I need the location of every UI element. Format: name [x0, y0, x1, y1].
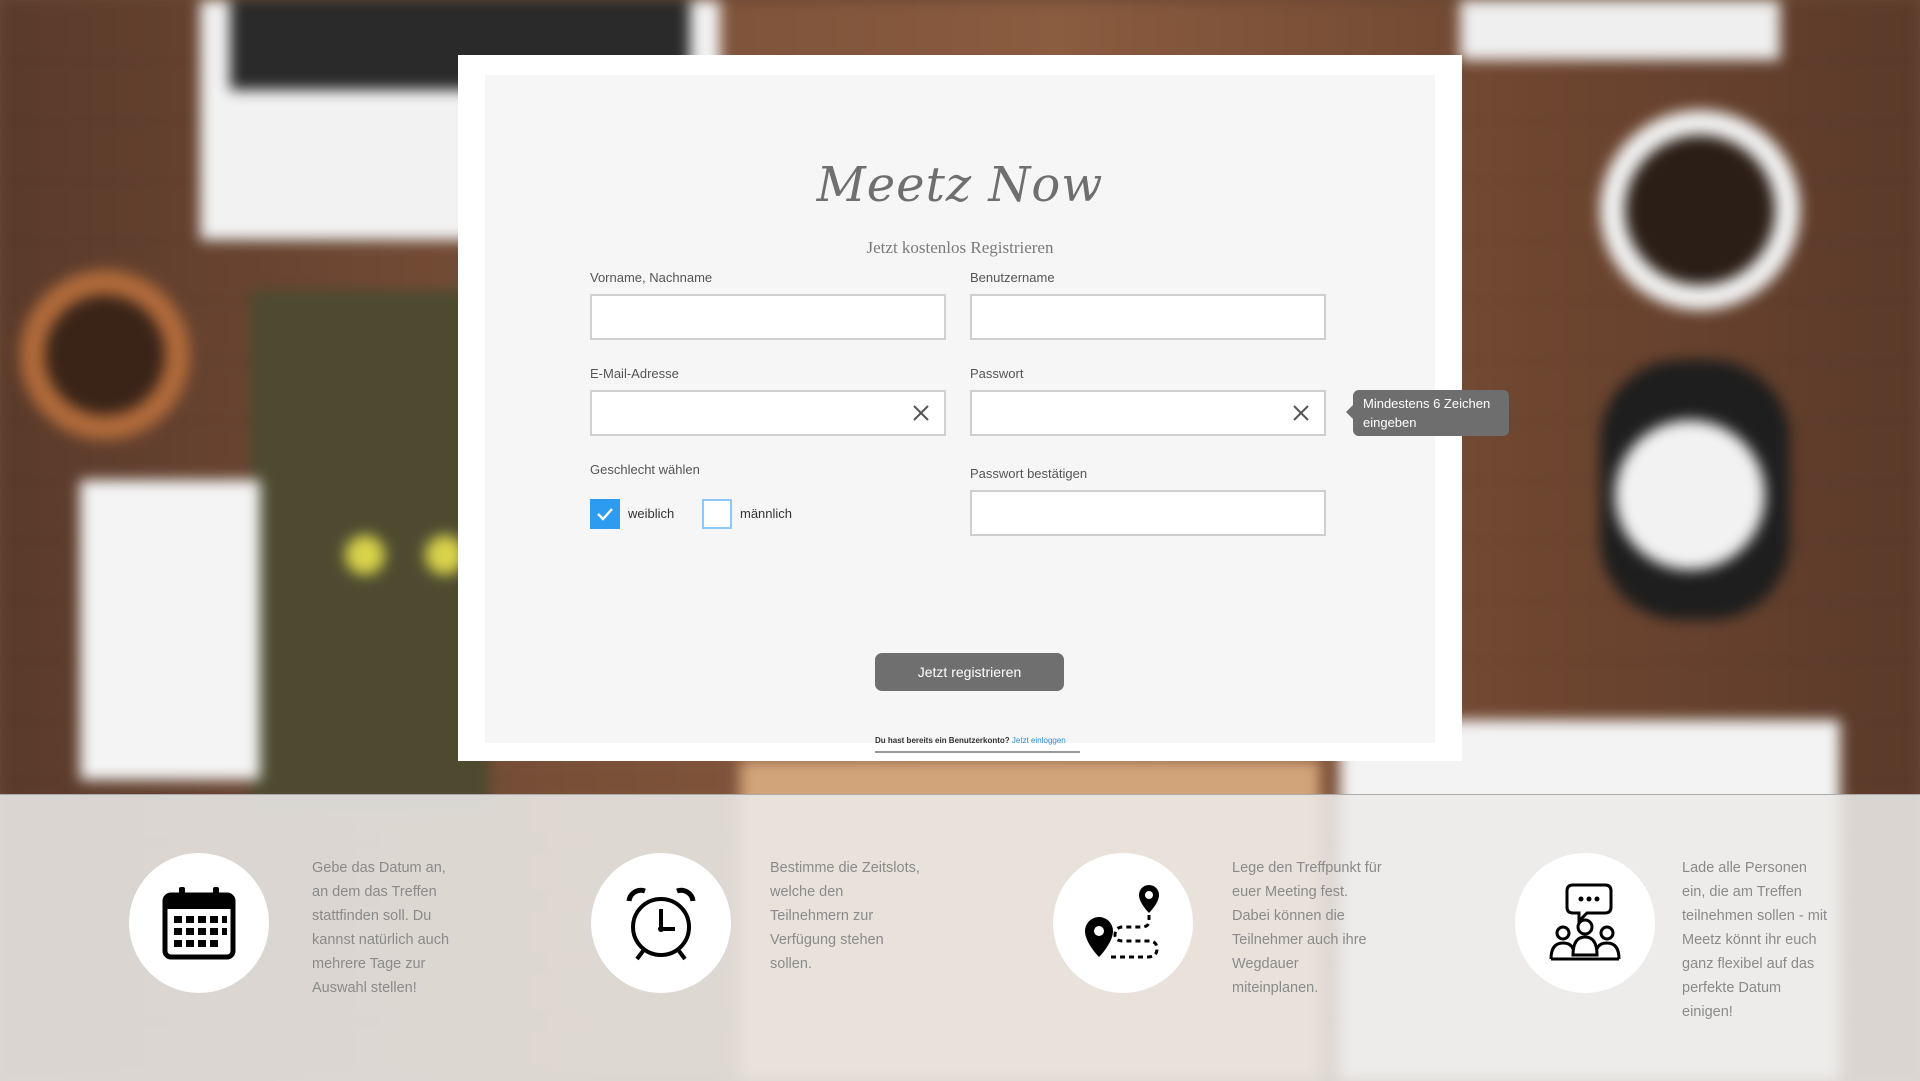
page-subtitle: Jetzt kostenlos Registrieren — [866, 238, 1054, 257]
male-label: männlich — [740, 506, 793, 521]
name-input[interactable] — [592, 296, 944, 338]
password-label: Passwort — [970, 366, 1024, 381]
email-label: E-Mail-Adresse — [590, 366, 679, 381]
feature-text-date: Gebe das Datum an, an dem das Treffen st… — [312, 860, 450, 996]
register-button[interactable]: Jetzt registrieren — [875, 653, 1064, 691]
clear-password-icon[interactable] — [1292, 404, 1310, 422]
password-tooltip: Mindestens 6 Zeichen eingeben — [1346, 390, 1509, 436]
registration-modal: Meetz Now Jetzt kostenlos Registrieren V… — [458, 55, 1462, 761]
name-field[interactable] — [590, 294, 946, 340]
username-label: Benutzername — [970, 270, 1055, 285]
checkmark-icon — [597, 508, 613, 521]
female-label: weiblich — [628, 506, 675, 521]
password-confirm-label: Passwort bestätigen — [970, 466, 1088, 481]
password-confirm-input[interactable] — [972, 492, 1324, 534]
login-prompt: Du hast bereits ein Benutzerkonto? Jetzt… — [875, 736, 1080, 753]
registration-panel: Meetz Now Jetzt kostenlos Registrieren V… — [485, 75, 1435, 753]
feature-icon-circle — [129, 853, 269, 993]
password-confirm-field[interactable] — [970, 490, 1326, 536]
login-link[interactable]: Jetzt einloggen — [1012, 736, 1066, 745]
password-input[interactable] — [972, 392, 1324, 434]
gender-label: Geschlecht wählen — [590, 462, 700, 477]
username-input[interactable] — [972, 296, 1324, 338]
password-field[interactable] — [970, 390, 1326, 436]
feature-text-timeslots: Bestimme die Zeitslots, welche den Teiln… — [770, 860, 920, 972]
login-prompt-text: Du hast bereits ein Benutzerkonto? — [875, 736, 1010, 745]
feature-icon-circle — [1053, 853, 1193, 993]
checkbox-male[interactable] — [702, 499, 732, 529]
email-field[interactable] — [590, 390, 946, 436]
features-band: Gebe das Datum an, an dem das Treffen st… — [0, 794, 1920, 1081]
feature-text-invite: Lade alle Personen ein, die am Treffen t… — [1682, 860, 1828, 1020]
username-field[interactable] — [970, 294, 1326, 340]
clear-email-icon[interactable] — [912, 404, 930, 422]
alarm-clock-icon — [626, 887, 696, 961]
route-pin-icon — [1085, 885, 1159, 959]
feature-icon-circle — [1515, 853, 1655, 993]
calendar-icon — [162, 887, 236, 960]
email-input[interactable] — [592, 392, 944, 434]
checkbox-female[interactable] — [590, 499, 620, 529]
feature-text-location: Lege den Treffpunkt für euer Meeting fes… — [1232, 860, 1382, 996]
group-chat-icon — [1549, 883, 1621, 961]
name-label: Vorname, Nachname — [590, 270, 713, 285]
feature-icon-circle — [591, 853, 731, 993]
app-logo: Meetz Now — [816, 157, 1104, 213]
